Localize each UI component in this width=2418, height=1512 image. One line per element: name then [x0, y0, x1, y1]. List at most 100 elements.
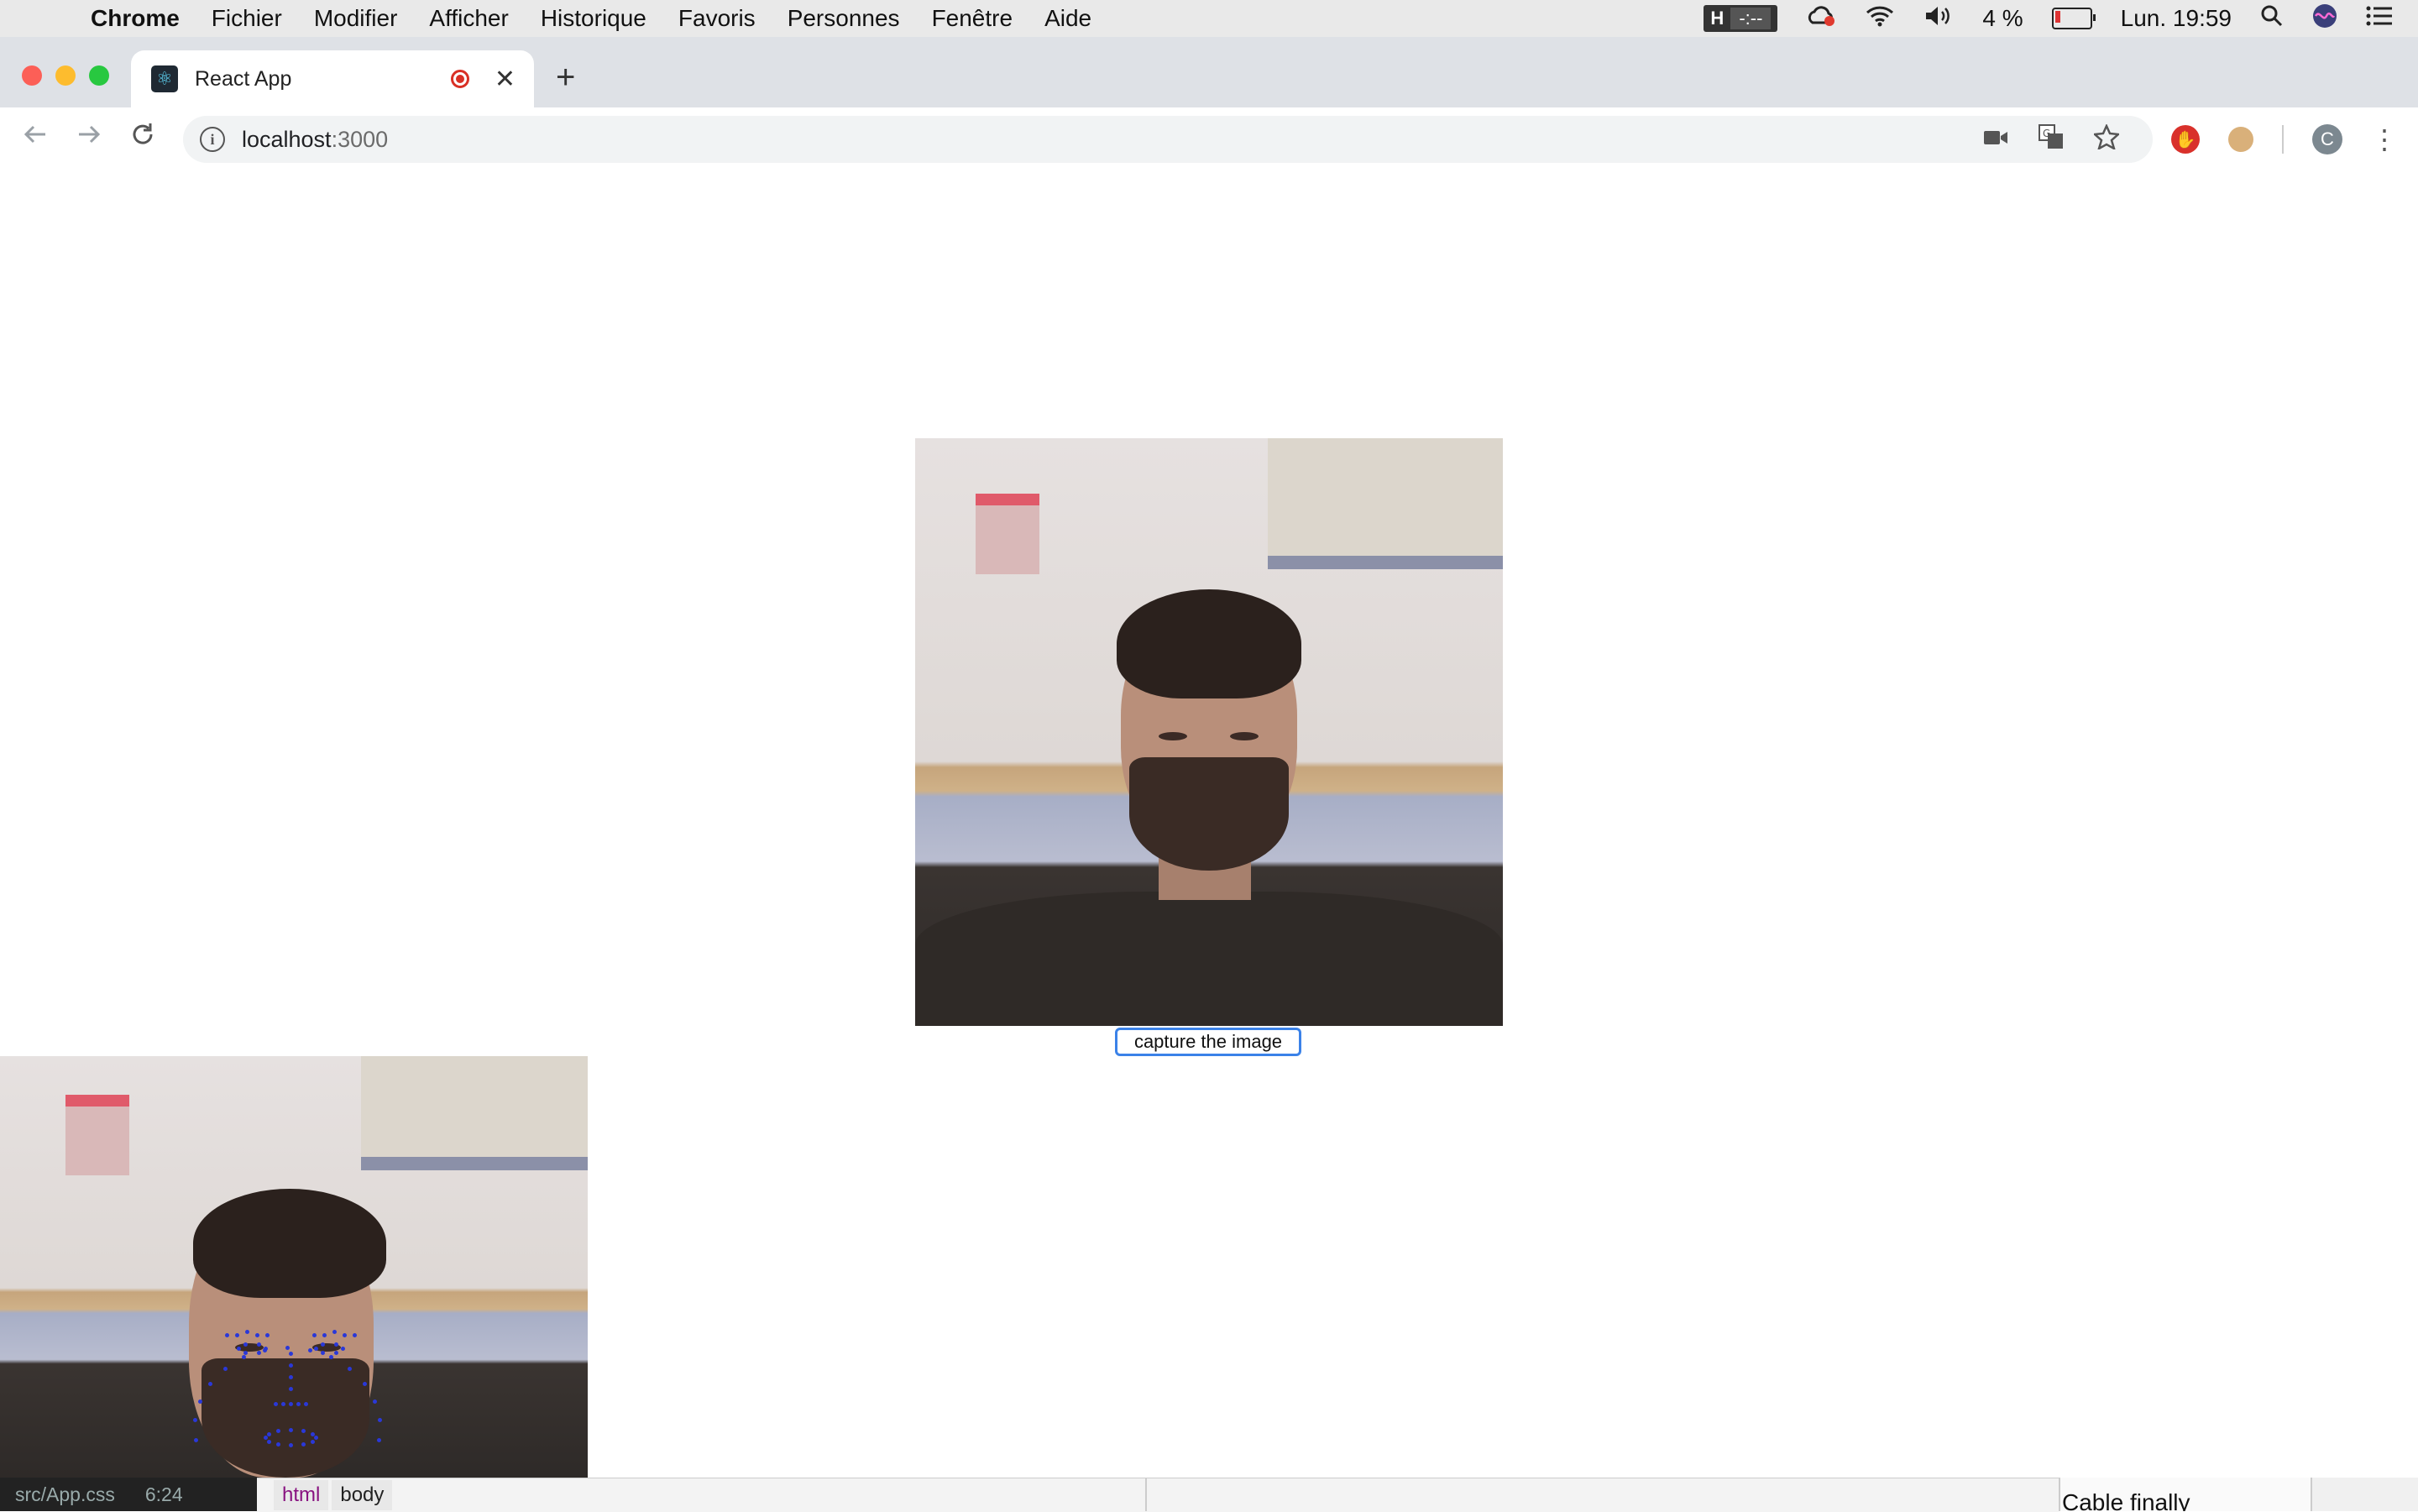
landmark-dot [274, 1402, 278, 1406]
minimize-window-button[interactable] [55, 65, 76, 86]
profile-avatar[interactable]: C [2312, 124, 2342, 154]
battery-icon[interactable] [2051, 8, 2096, 29]
editor-file-path[interactable]: src/App.css [15, 1483, 115, 1506]
close-tab-icon[interactable]: ✕ [495, 65, 516, 94]
menu-app-name[interactable]: Chrome [91, 5, 180, 32]
person-beard [1129, 757, 1289, 871]
timer-value: -:-- [1730, 8, 1772, 29]
devtools-breadcrumb-bar: html body [257, 1478, 2059, 1512]
menubar-status-area: H -:-- 4 % Lun. 19:59 [1704, 0, 2393, 37]
landmark-dot [264, 1436, 268, 1440]
wall-calendar [65, 1095, 129, 1175]
timer-h-label: H [1710, 8, 1725, 29]
landmark-dot [341, 1347, 345, 1351]
close-window-button[interactable] [22, 65, 42, 86]
site-info-icon[interactable]: i [200, 127, 225, 152]
zoom-window-button[interactable] [89, 65, 109, 86]
new-tab-button[interactable]: + [556, 59, 575, 97]
landmark-dot [304, 1402, 308, 1406]
landmark-dot [285, 1346, 290, 1350]
editor-cursor-position[interactable]: 6:24 [145, 1483, 183, 1506]
editor-status-bar: src/App.css 6:24 [0, 1478, 257, 1511]
webcam-video [915, 438, 1503, 1026]
adblock-extension-icon[interactable]: ✋ [2171, 125, 2200, 154]
tab-strip: ⚛ React App ✕ + [0, 37, 2418, 107]
landmark-dot [353, 1333, 357, 1337]
landmark-dot [334, 1342, 338, 1347]
omnibox-actions: G [1983, 116, 2121, 163]
landmark-dot [372, 1399, 377, 1404]
chrome-menu-icon[interactable]: ⋮ [2371, 123, 2398, 155]
landmark-dot [208, 1381, 213, 1386]
landmark-dot [376, 1437, 381, 1442]
landmark-dot [289, 1387, 293, 1391]
volume-icon[interactable] [1923, 4, 1954, 34]
macos-menubar: Chrome Fichier Modifier Afficher Histori… [0, 0, 2418, 37]
breadcrumb-body[interactable]: body [332, 1480, 393, 1510]
recording-indicator-icon [450, 70, 469, 88]
bookmark-star-icon[interactable] [2092, 123, 2121, 155]
menu-favoris[interactable]: Favoris [678, 5, 756, 32]
landmark-dot [289, 1428, 293, 1432]
toolbar-divider [2282, 125, 2284, 154]
tab-react-app[interactable]: ⚛ React App ✕ [131, 50, 534, 107]
person-shirt [915, 892, 1503, 1026]
landmark-dot [321, 1342, 325, 1347]
url-port: :3000 [331, 126, 389, 152]
forward-arrow-icon[interactable] [76, 121, 102, 154]
wall-drawing [361, 1056, 588, 1170]
camera-icon[interactable] [1983, 126, 2008, 153]
landmark-dot [301, 1441, 306, 1447]
address-bar[interactable]: i localhost:3000 G [183, 116, 2153, 163]
battery-percent[interactable]: 4 % [1982, 5, 2023, 32]
menu-fenetre[interactable]: Fenêtre [932, 5, 1013, 32]
translate-icon[interactable]: G [2039, 123, 2064, 155]
menu-aide[interactable]: Aide [1044, 5, 1091, 32]
reload-icon[interactable] [129, 121, 156, 154]
toolbar-extensions: ✋ C ⋮ [2171, 116, 2398, 163]
landmark-dot [377, 1418, 382, 1423]
landmark-dot [332, 1330, 337, 1334]
cookie-extension-icon[interactable] [2228, 127, 2253, 152]
menu-afficher[interactable]: Afficher [429, 5, 508, 32]
landmark-dot [193, 1418, 198, 1423]
siri-icon[interactable] [2312, 3, 2337, 34]
person-right-eye [1230, 732, 1259, 740]
landmark-dot [255, 1333, 259, 1337]
back-arrow-icon[interactable] [22, 121, 49, 154]
menu-fichier[interactable]: Fichier [212, 5, 282, 32]
landmark-dot [267, 1439, 272, 1444]
background-window-peek: Cable finally [2059, 1478, 2312, 1511]
tab-title: React App [195, 66, 292, 91]
landmark-dot [289, 1363, 293, 1368]
person-hair [193, 1189, 386, 1298]
notification-center-icon[interactable] [2366, 5, 2393, 33]
landmark-dot [267, 1431, 272, 1436]
landmark-dot [310, 1431, 315, 1436]
browser-toolbar: i localhost:3000 G ✋ C ⋮ [0, 107, 2418, 173]
landmark-dot [265, 1333, 270, 1337]
landmark-dot [289, 1352, 293, 1356]
landmark-dot [296, 1402, 301, 1406]
timer-status-item[interactable]: H -:-- [1704, 5, 1778, 32]
menu-modifier[interactable]: Modifier [314, 5, 398, 32]
landmark-dot [225, 1333, 229, 1337]
menu-personnes[interactable]: Personnes [788, 5, 900, 32]
landmark-dot [281, 1402, 285, 1406]
background-window-text: Cable finally [2062, 1489, 2190, 1511]
creative-cloud-icon[interactable] [1806, 4, 1836, 34]
url-text[interactable]: localhost:3000 [242, 127, 388, 153]
landmark-dot [222, 1366, 228, 1371]
landmark-dot [289, 1375, 293, 1379]
spotlight-search-icon[interactable] [2260, 4, 2284, 34]
capture-image-button[interactable]: capture the image [1115, 1028, 1301, 1056]
wall-calendar [976, 494, 1039, 574]
wifi-icon[interactable] [1865, 4, 1895, 34]
landmark-dot [289, 1402, 293, 1406]
breadcrumb-html[interactable]: html [274, 1480, 329, 1510]
menu-historique[interactable]: Historique [541, 5, 646, 32]
landmark-dot [314, 1347, 318, 1351]
landmark-dot [307, 1347, 312, 1352]
landmark-dot [243, 1342, 248, 1347]
menubar-clock[interactable]: Lun. 19:59 [2121, 5, 2232, 32]
